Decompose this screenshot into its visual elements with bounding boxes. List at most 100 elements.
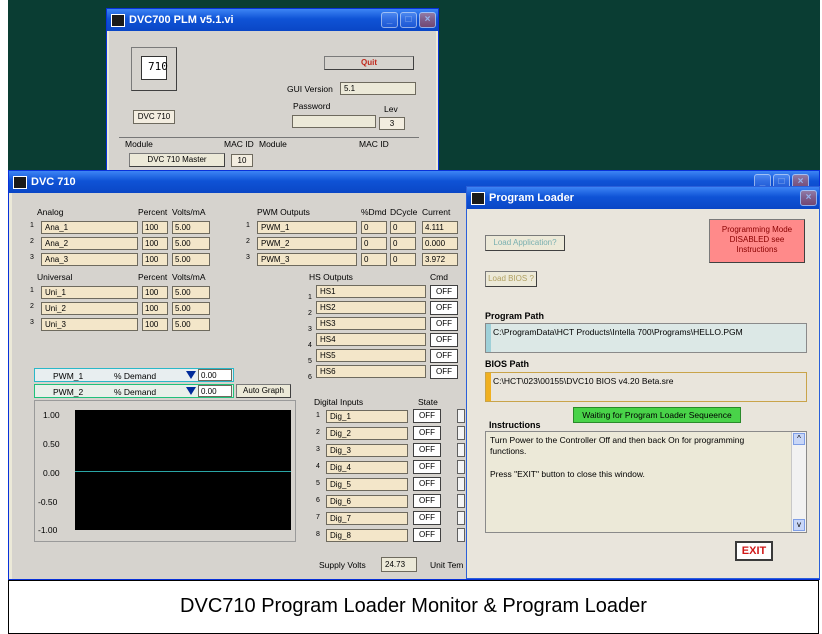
device-select-button[interactable]: 710	[131, 47, 177, 91]
partial-control	[457, 426, 465, 440]
hs-outputs-header: HS Outputs	[309, 272, 353, 282]
digital-inputs-list: 1 Dig_1 OFF 2 Dig_2 OFF 3 Dig_3 OFF 4 Di…	[314, 409, 465, 549]
gui-version-label: GUI Version	[287, 84, 333, 94]
digital-state: OFF	[413, 528, 441, 542]
hs-cmd-button[interactable]: OFF	[430, 365, 458, 379]
analog-volts: 5.00	[172, 237, 210, 250]
y-tick-label: 1.00	[43, 410, 60, 420]
analog-index: 1	[30, 222, 34, 229]
digital-state: OFF	[413, 460, 441, 474]
program-path-field: C:\ProgramData\HCT Products\Intella 700\…	[485, 323, 807, 353]
digital-state-label: State	[418, 397, 438, 407]
hs-cmd-button[interactable]: OFF	[430, 301, 458, 315]
password-field[interactable]	[292, 115, 376, 128]
analog-name: Ana_3	[41, 253, 138, 266]
close-button[interactable]: ×	[800, 190, 817, 206]
hs-cmd-button[interactable]: OFF	[430, 285, 458, 299]
module-header-1: Module	[125, 139, 153, 149]
quit-button[interactable]: Quit	[324, 56, 414, 70]
dropdown-arrow-icon[interactable]	[186, 371, 196, 379]
scroll-down-icon[interactable]: v	[793, 519, 805, 531]
hs-index: 5	[308, 358, 312, 365]
digital-index: 8	[316, 531, 320, 538]
mac-id-header-2: MAC ID	[359, 139, 389, 149]
y-tick-label: -0.50	[38, 497, 58, 507]
bios-path-label: BIOS Path	[485, 359, 530, 369]
universal-volts: 5.00	[172, 302, 210, 315]
graph-value-field: 0.00	[198, 369, 232, 381]
hs-cmd-button[interactable]: OFF	[430, 349, 458, 363]
password-label: Password	[293, 101, 331, 111]
graph-frame: 1.00 0.50 0.00 -0.50 -1.00	[34, 400, 296, 542]
digital-name: Dig_4	[326, 461, 408, 474]
digital-state: OFF	[413, 477, 441, 491]
universal-percent: 100	[142, 318, 168, 331]
graph-mode-label: % Demand	[114, 371, 157, 381]
instructions-scrollbar[interactable]: ^ v	[791, 432, 806, 532]
module-row-button[interactable]: DVC 710 Master	[129, 153, 225, 167]
graph-control-row: PWM_1 % Demand 0.00	[34, 368, 234, 382]
app-icon	[13, 176, 27, 189]
partial-control	[457, 528, 465, 542]
digital-index: 2	[316, 429, 320, 436]
hs-name: HS5	[316, 349, 426, 362]
maximize-button[interactable]: □	[400, 12, 417, 28]
pwm-name: PWM_1	[257, 221, 357, 234]
analog-name: Ana_1	[41, 221, 138, 234]
universal-index: 3	[30, 319, 34, 326]
graph-plot-area	[75, 410, 291, 530]
analog-percent: 100	[142, 237, 168, 250]
hs-cmd-button[interactable]: OFF	[430, 317, 458, 331]
partial-control	[457, 494, 465, 508]
bios-path-field: C:\HCT\023\00155\DVC10 BIOS v4.20 Beta.s…	[485, 372, 807, 402]
hs-index: 1	[308, 294, 312, 301]
pwm-dmd: 0	[361, 221, 387, 234]
plm-title-bar[interactable]: DVC700 PLM v5.1.vi _ □ ×	[107, 9, 438, 31]
close-icon: ×	[424, 14, 431, 25]
gui-version-field: 5.1	[340, 82, 416, 95]
bios-path-accent	[486, 373, 491, 401]
graph-mode-label: % Demand	[114, 387, 157, 397]
minimize-button[interactable]: _	[381, 12, 398, 28]
instructions-line: Press "EXIT" button to close this window…	[490, 469, 645, 479]
partial-control	[457, 477, 465, 491]
pwm-dmd-label: %Dmd	[361, 207, 387, 217]
program-path-label: Program Path	[485, 311, 545, 321]
mac-id-header-1: MAC ID	[224, 139, 254, 149]
exit-button[interactable]: EXIT	[735, 541, 773, 561]
hs-name: HS2	[316, 301, 426, 314]
partial-control	[457, 511, 465, 525]
dropdown-arrow-icon[interactable]	[186, 387, 196, 395]
program-path-accent	[486, 324, 491, 352]
pwm-dmd: 0	[361, 253, 387, 266]
program-loader-window: Program Loader × Load Application? Progr…	[466, 186, 820, 579]
analog-percent-label: Percent	[138, 207, 168, 217]
program-loader-title-bar[interactable]: Program Loader ×	[467, 187, 819, 209]
digital-state: OFF	[413, 409, 441, 423]
close-button[interactable]: ×	[419, 12, 436, 28]
pwm-index: 2	[246, 238, 250, 245]
app-icon	[471, 192, 485, 205]
hs-name: HS3	[316, 317, 426, 330]
digital-state: OFF	[413, 426, 441, 440]
hs-cmd-button[interactable]: OFF	[430, 333, 458, 347]
pwm-name: PWM_2	[257, 237, 357, 250]
load-bios-button[interactable]: Load BIOS ?	[485, 271, 537, 287]
partial-control	[457, 443, 465, 457]
module-mac-id: 10	[231, 154, 253, 167]
digital-state: OFF	[413, 443, 441, 457]
instructions-label: Instructions	[489, 420, 541, 430]
hs-outputs-list: 1 HS1 OFF 2 HS2 OFF 3 HS3 OFF 4 HS4 OFF …	[308, 285, 464, 389]
universal-name: Uni_2	[41, 302, 138, 315]
auto-graph-button[interactable]: Auto Graph	[236, 384, 291, 398]
instructions-box: Turn Power to the Controller Off and the…	[485, 431, 807, 533]
load-application-button[interactable]: Load Application?	[485, 235, 565, 251]
digital-index: 1	[316, 412, 320, 419]
program-loader-title: Program Loader	[489, 192, 574, 204]
universal-volts-label: Volts/mA	[172, 272, 206, 282]
scroll-up-icon[interactable]: ^	[793, 433, 805, 445]
device-name-label: DVC 710	[133, 110, 175, 124]
graph-channel-label: PWM_1	[53, 371, 84, 381]
hs-index: 4	[308, 342, 312, 349]
universal-volts: 5.00	[172, 286, 210, 299]
